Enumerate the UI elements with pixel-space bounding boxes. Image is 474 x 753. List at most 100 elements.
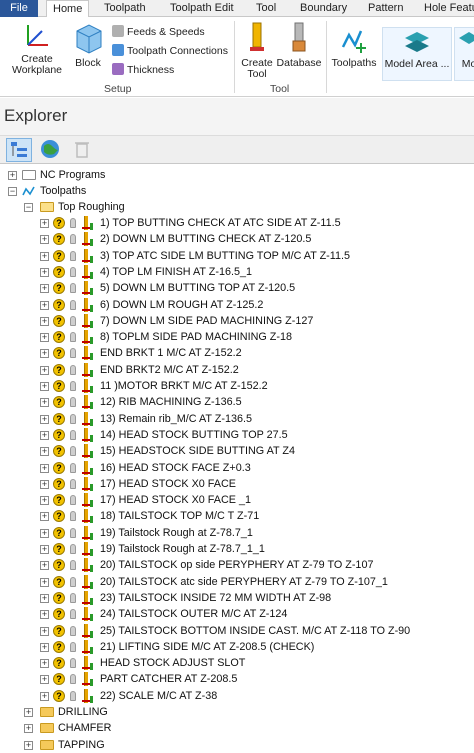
expand-toggle[interactable]: + [40, 561, 49, 570]
toolpath-item[interactable]: +? 21) LIFTING SIDE M/C AT Z-208.5 (CHECK… [0, 639, 474, 655]
toolpath-item[interactable]: +? 14) HEAD STOCK BUTTING TOP 27.5 [0, 427, 474, 443]
expand-toggle[interactable]: + [40, 692, 49, 701]
collapse-toggle[interactable]: − [24, 203, 33, 212]
expand-toggle[interactable]: + [40, 366, 49, 375]
lightbulb-icon[interactable] [70, 544, 76, 554]
create-tool-button[interactable]: Create Tool [240, 21, 274, 81]
expand-toggle[interactable]: + [40, 464, 49, 473]
explorer-tree-tab[interactable] [6, 138, 32, 162]
lightbulb-icon[interactable] [70, 528, 76, 538]
expand-toggle[interactable]: + [40, 529, 49, 538]
expand-toggle[interactable]: + [40, 235, 49, 244]
toolpath-item[interactable]: +? END BRKT2 M/C AT Z-152.2 [0, 362, 474, 378]
expand-toggle[interactable]: + [40, 333, 49, 342]
lightbulb-icon[interactable] [70, 365, 76, 375]
expand-toggle[interactable]: + [40, 268, 49, 277]
expand-toggle[interactable]: + [40, 578, 49, 587]
expand-toggle[interactable]: + [40, 398, 49, 407]
lightbulb-icon[interactable] [70, 316, 76, 326]
tab-home[interactable]: Home [46, 0, 90, 18]
toolpath-item[interactable]: +? 17) HEAD STOCK X0 FACE _1 [0, 492, 474, 508]
create-workplane-button[interactable]: Create Workplane [10, 21, 64, 81]
lightbulb-icon[interactable] [70, 332, 76, 342]
toolpath-item[interactable]: +? 24) TAILSTOCK OUTER M/C AT Z-124 [0, 606, 474, 622]
feeds-speeds-button[interactable]: Feeds & Speeds [112, 24, 205, 40]
tab-toolpath-edit[interactable]: Toolpath Edit [164, 0, 240, 17]
tree-folder[interactable]: + CHAMFER [0, 720, 474, 736]
toolpath-item[interactable]: +? 20) TAILSTOCK atc side PERYPHERY AT Z-… [0, 574, 474, 590]
tab-toolpath[interactable]: Toolpath [98, 0, 152, 17]
lightbulb-icon[interactable] [70, 234, 76, 244]
lightbulb-icon[interactable] [70, 218, 76, 228]
lightbulb-icon[interactable] [70, 593, 76, 603]
lightbulb-icon[interactable] [70, 463, 76, 473]
database-button[interactable]: Database [276, 21, 322, 81]
expand-toggle[interactable]: + [40, 610, 49, 619]
explorer-recycle-tab[interactable] [70, 138, 96, 162]
expand-toggle[interactable]: + [40, 301, 49, 310]
expand-toggle[interactable]: + [24, 741, 33, 750]
lightbulb-icon[interactable] [70, 560, 76, 570]
expand-toggle[interactable]: + [40, 284, 49, 293]
lightbulb-icon[interactable] [70, 658, 76, 668]
toolpath-item[interactable]: +? 8) TOPLM SIDE PAD MACHINING Z-18 [0, 329, 474, 345]
explorer-globe-tab[interactable] [38, 138, 64, 162]
expand-toggle[interactable]: + [40, 659, 49, 668]
lightbulb-icon[interactable] [70, 381, 76, 391]
expand-toggle[interactable]: + [40, 431, 49, 440]
toolpath-item[interactable]: +? 17) HEAD STOCK X0 FACE [0, 476, 474, 492]
expand-toggle[interactable]: + [40, 594, 49, 603]
toolpath-item[interactable]: +? END BRKT 1 M/C AT Z-152.2 [0, 345, 474, 361]
model-button-partial[interactable]: Mo [454, 27, 474, 81]
expand-toggle[interactable]: + [24, 708, 33, 717]
lightbulb-icon[interactable] [70, 609, 76, 619]
lightbulb-icon[interactable] [70, 430, 76, 440]
tree-folder[interactable]: + TAPPING [0, 737, 474, 753]
tab-hole-feature[interactable]: Hole Featu [418, 0, 474, 17]
expand-toggle[interactable]: + [40, 480, 49, 489]
toolpath-item[interactable]: +? 2) DOWN LM BUTTING CHECK AT Z-120.5 [0, 231, 474, 247]
toolpath-item[interactable]: +? 19) Tailstock Rough at Z-78.7_1_1 [0, 541, 474, 557]
toolpath-item[interactable]: +? 25) TAILSTOCK BOTTOM INSIDE CAST. M/C … [0, 623, 474, 639]
expand-toggle[interactable]: + [24, 724, 33, 733]
toolpath-item[interactable]: +? 15) HEADSTOCK SIDE BUTTING AT Z4 [0, 443, 474, 459]
toolpath-item[interactable]: +? 22) SCALE M/C AT Z-38 [0, 688, 474, 704]
lightbulb-icon[interactable] [70, 283, 76, 293]
tab-pattern[interactable]: Pattern [362, 0, 409, 17]
toolpath-item[interactable]: +? 19) Tailstock Rough at Z-78.7_1 [0, 525, 474, 541]
toolpath-item[interactable]: +? 23) TAILSTOCK INSIDE 72 MM WIDTH AT Z-… [0, 590, 474, 606]
lightbulb-icon[interactable] [70, 674, 76, 684]
toolpaths-button[interactable]: Toolpaths [330, 21, 378, 81]
lightbulb-icon[interactable] [70, 300, 76, 310]
toolpath-item[interactable]: +? 12) RIB MACHINING Z-136.5 [0, 394, 474, 410]
toolpath-connections-button[interactable]: Toolpath Connections [112, 43, 228, 59]
toolpath-item[interactable]: +? 4) TOP LM FINISH AT Z-16.5_1 [0, 264, 474, 280]
lightbulb-icon[interactable] [70, 495, 76, 505]
toolpath-item[interactable]: +? 16) HEAD STOCK FACE Z+0.3 [0, 460, 474, 476]
expand-toggle[interactable]: + [40, 382, 49, 391]
tab-tool[interactable]: Tool [250, 0, 282, 17]
tree-node-toolpaths[interactable]: − Toolpaths [0, 183, 474, 199]
toolpath-item[interactable]: +? 6) DOWN LM ROUGH AT Z-125.2 [0, 297, 474, 313]
lightbulb-icon[interactable] [70, 348, 76, 358]
expand-toggle[interactable]: + [40, 349, 49, 358]
tab-boundary[interactable]: Boundary [294, 0, 353, 17]
expand-toggle[interactable]: + [8, 171, 17, 180]
lightbulb-icon[interactable] [70, 626, 76, 636]
toolpath-item[interactable]: +? HEAD STOCK ADJUST SLOT [0, 655, 474, 671]
tree-node-nc-programs[interactable]: + NC Programs [0, 167, 474, 183]
lightbulb-icon[interactable] [70, 446, 76, 456]
expand-toggle[interactable]: + [40, 219, 49, 228]
toolpath-item[interactable]: +? 20) TAILSTOCK op side PERYPHERY AT Z-7… [0, 557, 474, 573]
lightbulb-icon[interactable] [70, 479, 76, 489]
thickness-button[interactable]: Thickness [112, 62, 174, 78]
lightbulb-icon[interactable] [70, 691, 76, 701]
toolpath-item[interactable]: +? PART CATCHER AT Z-208.5 [0, 671, 474, 687]
toolpath-item[interactable]: +? 13) Remain rib_M/C AT Z-136.5 [0, 411, 474, 427]
lightbulb-icon[interactable] [70, 414, 76, 424]
expand-toggle[interactable]: + [40, 545, 49, 554]
expand-toggle[interactable]: + [40, 496, 49, 505]
tab-file[interactable]: File [0, 0, 38, 17]
expand-toggle[interactable]: + [40, 252, 49, 261]
toolpath-item[interactable]: +? 1) TOP BUTTING CHECK AT ATC SIDE AT Z-… [0, 215, 474, 231]
